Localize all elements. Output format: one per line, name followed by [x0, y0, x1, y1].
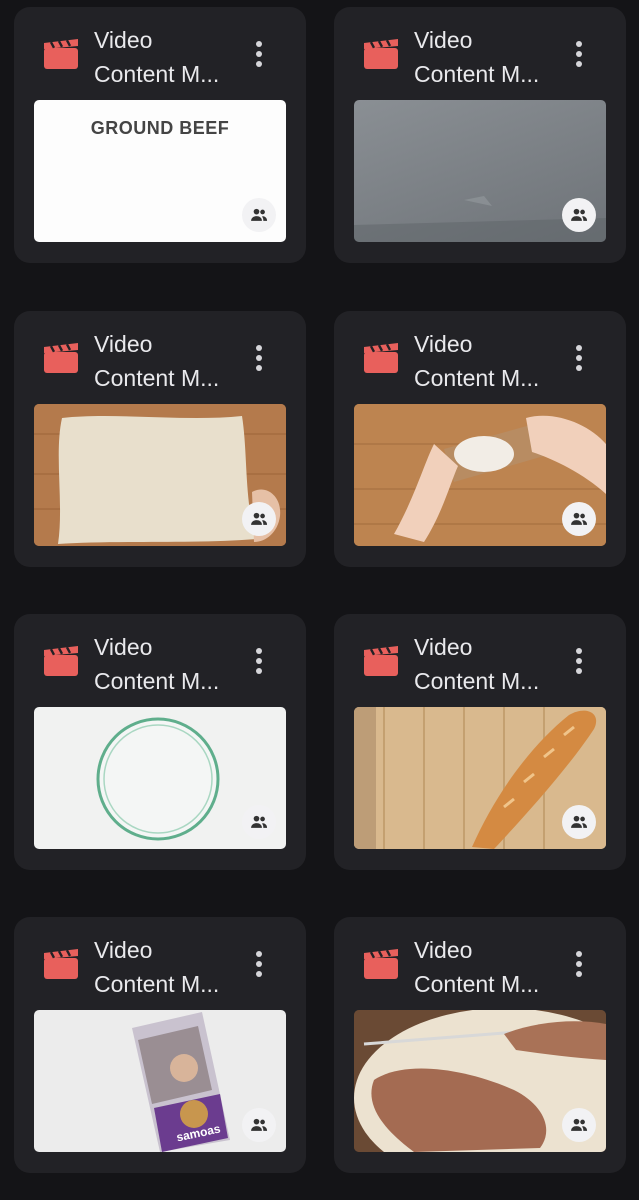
- video-card[interactable]: Video Content M...: [14, 614, 306, 870]
- more-vert-icon[interactable]: [568, 947, 590, 981]
- video-card[interactable]: Video Content M...: [334, 614, 626, 870]
- clapperboard-icon: [364, 343, 398, 373]
- video-title: Video Content M...: [94, 937, 220, 997]
- more-vert-icon[interactable]: [248, 644, 270, 678]
- people-icon[interactable]: [562, 502, 596, 536]
- video-card[interactable]: Video Content M...: [334, 7, 626, 263]
- video-title: Video Content M...: [94, 27, 220, 87]
- video-title: Video Content M...: [94, 331, 220, 391]
- clapperboard-icon: [44, 646, 78, 676]
- more-vert-icon[interactable]: [248, 947, 270, 981]
- video-title: Video Content M...: [414, 27, 540, 87]
- more-vert-icon[interactable]: [248, 37, 270, 71]
- thumbnail-caption: GROUND BEEF: [90, 118, 230, 138]
- video-thumbnail[interactable]: [34, 707, 286, 849]
- clapperboard-icon: [44, 949, 78, 979]
- more-vert-icon[interactable]: [248, 341, 270, 375]
- video-thumbnail[interactable]: [354, 1010, 606, 1152]
- video-card[interactable]: Video Content M... samoas: [14, 917, 306, 1173]
- video-title: Video Content M...: [94, 634, 220, 694]
- clapperboard-icon: [364, 949, 398, 979]
- clapperboard-icon: [364, 39, 398, 69]
- clapperboard-icon: [44, 343, 78, 373]
- video-card[interactable]: Video Content M... GROUND BEEF: [14, 7, 306, 263]
- video-card[interactable]: Video Content M...: [334, 917, 626, 1173]
- people-icon[interactable]: [562, 1108, 596, 1142]
- clapperboard-icon: [44, 39, 78, 69]
- video-thumbnail[interactable]: samoas: [34, 1010, 286, 1152]
- people-icon[interactable]: [242, 198, 276, 232]
- people-icon[interactable]: [562, 805, 596, 839]
- video-thumbnail[interactable]: [354, 404, 606, 546]
- more-vert-icon[interactable]: [568, 644, 590, 678]
- more-vert-icon[interactable]: [568, 341, 590, 375]
- video-thumbnail[interactable]: [354, 100, 606, 242]
- video-thumbnail[interactable]: [354, 707, 606, 849]
- video-grid: Video Content M... GROUND BEEF Video Conte…: [0, 0, 639, 1200]
- video-thumbnail[interactable]: GROUND BEEF: [34, 100, 286, 242]
- people-icon[interactable]: [242, 1108, 276, 1142]
- video-card[interactable]: Video Content M...: [14, 311, 306, 567]
- video-title: Video Content M...: [414, 331, 540, 391]
- people-icon[interactable]: [562, 198, 596, 232]
- video-title: Video Content M...: [414, 634, 540, 694]
- clapperboard-icon: [364, 646, 398, 676]
- video-title: Video Content M...: [414, 937, 540, 997]
- people-icon[interactable]: [242, 805, 276, 839]
- more-vert-icon[interactable]: [568, 37, 590, 71]
- people-icon[interactable]: [242, 502, 276, 536]
- video-thumbnail[interactable]: [34, 404, 286, 546]
- video-card[interactable]: Video Content M...: [334, 311, 626, 567]
